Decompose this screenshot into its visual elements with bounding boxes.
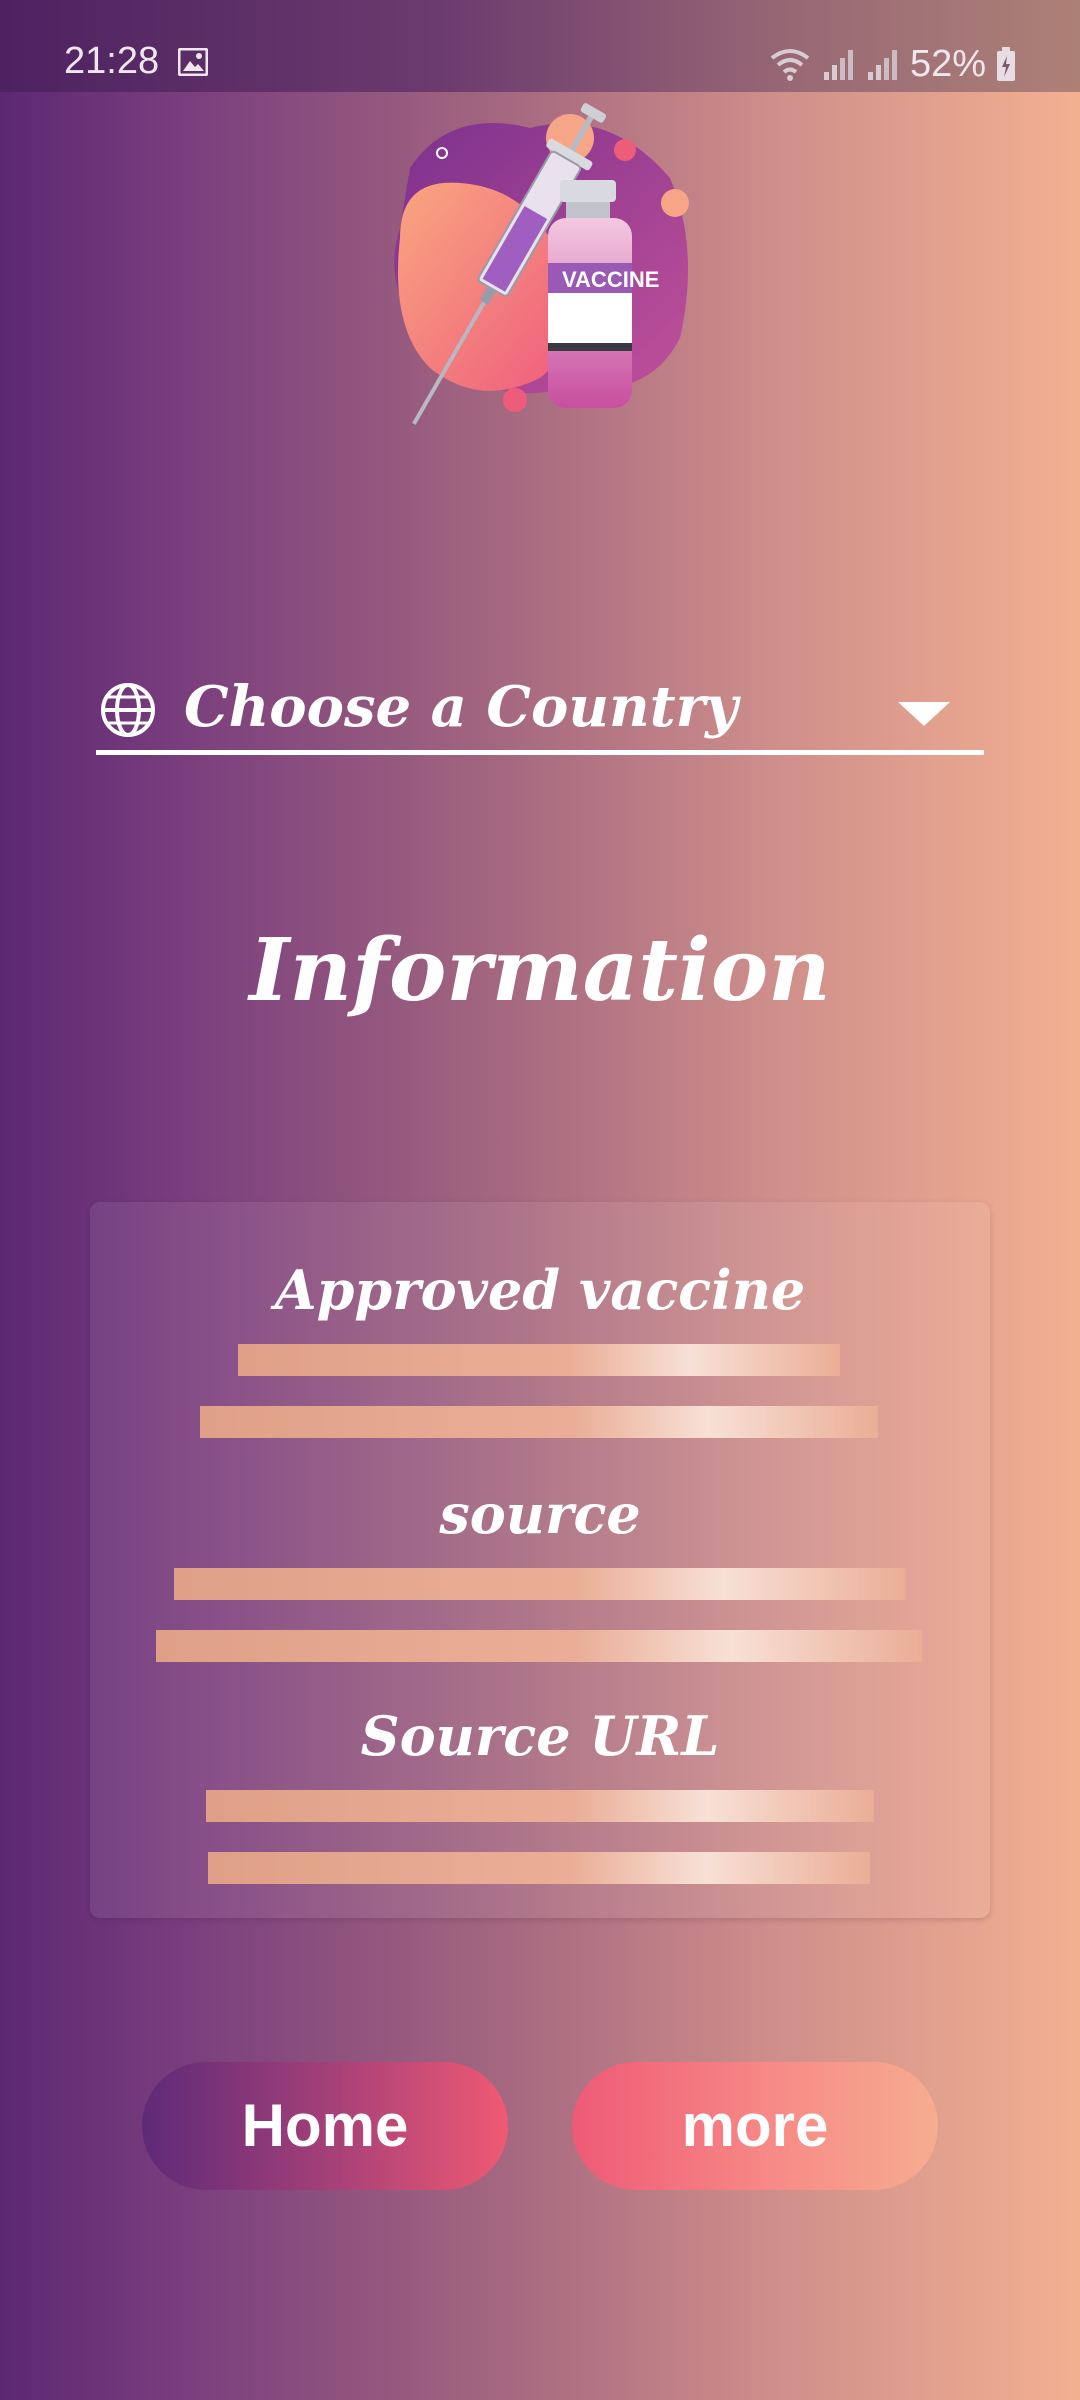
- wifi-icon: [770, 49, 810, 81]
- status-bar: 21:28 52%: [0, 0, 1080, 92]
- signal-icon-2: [867, 50, 897, 80]
- image-icon: [178, 48, 208, 76]
- approved-vaccine-label: Approved vaccine: [274, 1258, 806, 1322]
- chevron-down-icon[interactable]: [898, 702, 950, 726]
- source-placeholder-2: [156, 1630, 922, 1662]
- battery-percent: 52%: [909, 42, 986, 85]
- more-button[interactable]: more: [572, 2062, 938, 2190]
- information-heading: Information: [249, 920, 831, 1021]
- source-label: source: [439, 1482, 641, 1546]
- status-indicators: 52%: [768, 40, 1016, 88]
- info-card: Approved vaccine source Source URL: [90, 1202, 990, 1918]
- country-select-label: Choose a Country: [184, 674, 738, 740]
- status-time: 21:28: [64, 40, 160, 82]
- source-url-placeholder-2: [208, 1852, 870, 1884]
- signal-icon: [823, 50, 853, 80]
- approved-vaccine-placeholder-1: [238, 1344, 840, 1376]
- battery-icon: [997, 47, 1015, 81]
- vaccine-illustration: VACCINE: [394, 103, 689, 425]
- vial-label: VACCINE: [562, 267, 659, 292]
- source-url-placeholder-1: [206, 1790, 874, 1822]
- source-placeholder-1: [174, 1568, 906, 1600]
- home-button[interactable]: Home: [142, 2062, 508, 2190]
- globe-icon: [101, 683, 155, 737]
- approved-vaccine-placeholder-2: [200, 1406, 878, 1438]
- source-url-label: Source URL: [360, 1704, 720, 1768]
- country-select[interactable]: Choose a Country: [96, 670, 984, 755]
